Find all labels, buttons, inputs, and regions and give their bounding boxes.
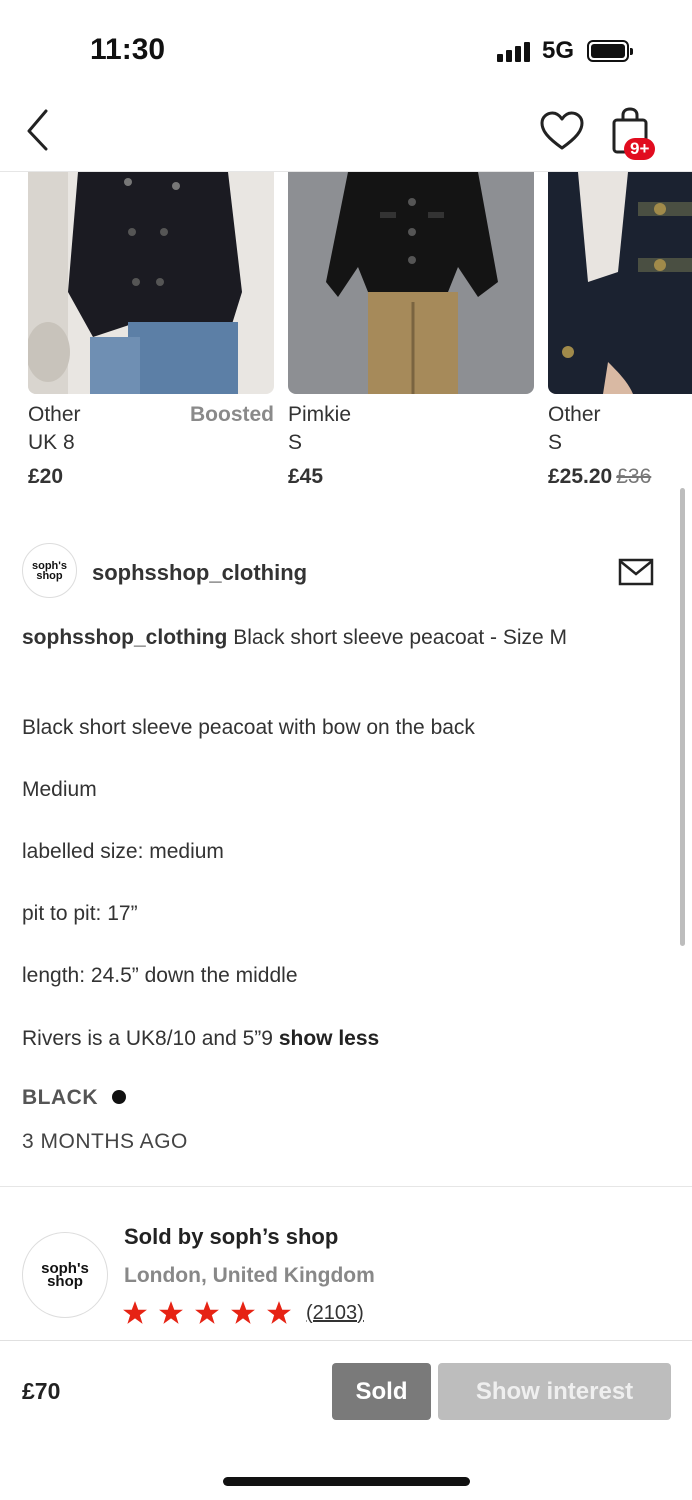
seller-avatar[interactable]: soph's shop <box>22 1232 108 1318</box>
item-photo <box>28 172 274 394</box>
sold-button[interactable]: Sold <box>332 1363 431 1420</box>
boosted-label: Boosted <box>190 403 274 426</box>
description-line: Medium <box>22 778 97 801</box>
description-line: pit to pit: 17” <box>22 902 138 925</box>
seller-rating[interactable]: (2103) <box>122 1300 364 1330</box>
item-brand: Pimkie <box>288 403 352 426</box>
home-indicator[interactable] <box>223 1477 470 1486</box>
divider <box>0 1186 692 1187</box>
description-line: length: 24.5” down the middle <box>22 964 298 987</box>
description-last-line: Rivers is a UK8/10 and 5”9 <box>22 1027 273 1050</box>
heart-icon <box>540 111 584 150</box>
battery-icon <box>587 40 633 62</box>
title-text: Black short sleeve peacoat - Size M <box>233 626 568 649</box>
mail-icon <box>618 558 654 586</box>
show-less-link[interactable]: show less <box>279 1027 379 1050</box>
listing-title: sophsshop_clothing Black short sleeve pe… <box>22 622 662 653</box>
item-photo <box>288 172 534 394</box>
item-brand: Other <box>548 403 601 426</box>
color-label: BLACK <box>22 1086 98 1109</box>
network-label: 5G <box>542 37 575 64</box>
item-size: S <box>548 431 563 454</box>
seller-location: London, United Kingdom <box>124 1264 375 1287</box>
sold-by-label[interactable]: Sold by soph’s shop <box>124 1224 338 1250</box>
shop-row: soph's shop sophsshop_clothing <box>0 540 692 604</box>
avatar-text: shop <box>36 569 63 582</box>
show-interest-button[interactable]: Show interest <box>438 1363 671 1420</box>
item-brand: Other <box>28 403 81 426</box>
review-count-link[interactable]: (2103) <box>306 1302 364 1325</box>
item-photo <box>548 172 692 394</box>
listing-price: £70 <box>22 1378 61 1404</box>
item-size: UK 8 <box>28 431 75 454</box>
avatar-text: shop <box>47 1273 83 1290</box>
status-time: 11:30 <box>90 33 166 66</box>
message-button[interactable] <box>618 558 654 586</box>
star-icon <box>159 1301 183 1324</box>
star-icon <box>231 1301 255 1324</box>
item-price: £25.20 £36 <box>548 465 651 489</box>
color-row: BLACK <box>22 1086 126 1110</box>
star-icon <box>195 1301 219 1324</box>
back-button[interactable] <box>20 105 60 151</box>
shop-handle[interactable]: sophsshop_clothing <box>92 560 307 586</box>
like-button[interactable] <box>538 108 586 154</box>
posted-time: 3 MONTHS AGO <box>22 1130 188 1153</box>
item-price: £45 <box>288 465 324 488</box>
item-price-original: £36 <box>616 465 652 488</box>
star-icon <box>123 1301 147 1324</box>
title-username[interactable]: sophsshop_clothing <box>22 626 227 649</box>
item-price-current: £25.20 <box>548 465 613 488</box>
nav-bar: 9+ <box>0 100 692 172</box>
item-price: £20 <box>28 465 64 488</box>
description-line: Rivers is a UK8/10 and 5”9 show less <box>22 1027 379 1051</box>
related-items-carousel[interactable]: Other Boosted UK 8 £20 Pimkie S £45 Othe… <box>0 172 692 502</box>
shop-avatar[interactable]: soph's shop <box>22 543 77 598</box>
status-bar: 11:30 5G <box>0 0 692 100</box>
bottom-bar: £70 Sold Show interest <box>0 1340 692 1500</box>
signal-icon <box>497 42 533 62</box>
chevron-left-icon <box>27 109 48 151</box>
bag-button[interactable]: 9+ <box>606 104 662 160</box>
bag-count-badge: 9+ <box>624 138 656 160</box>
item-size: S <box>288 431 303 454</box>
description-line: labelled size: medium <box>22 840 224 863</box>
color-swatch <box>112 1090 126 1104</box>
description-line: Black short sleeve peacoat with bow on t… <box>22 716 475 739</box>
star-icon <box>267 1301 291 1324</box>
